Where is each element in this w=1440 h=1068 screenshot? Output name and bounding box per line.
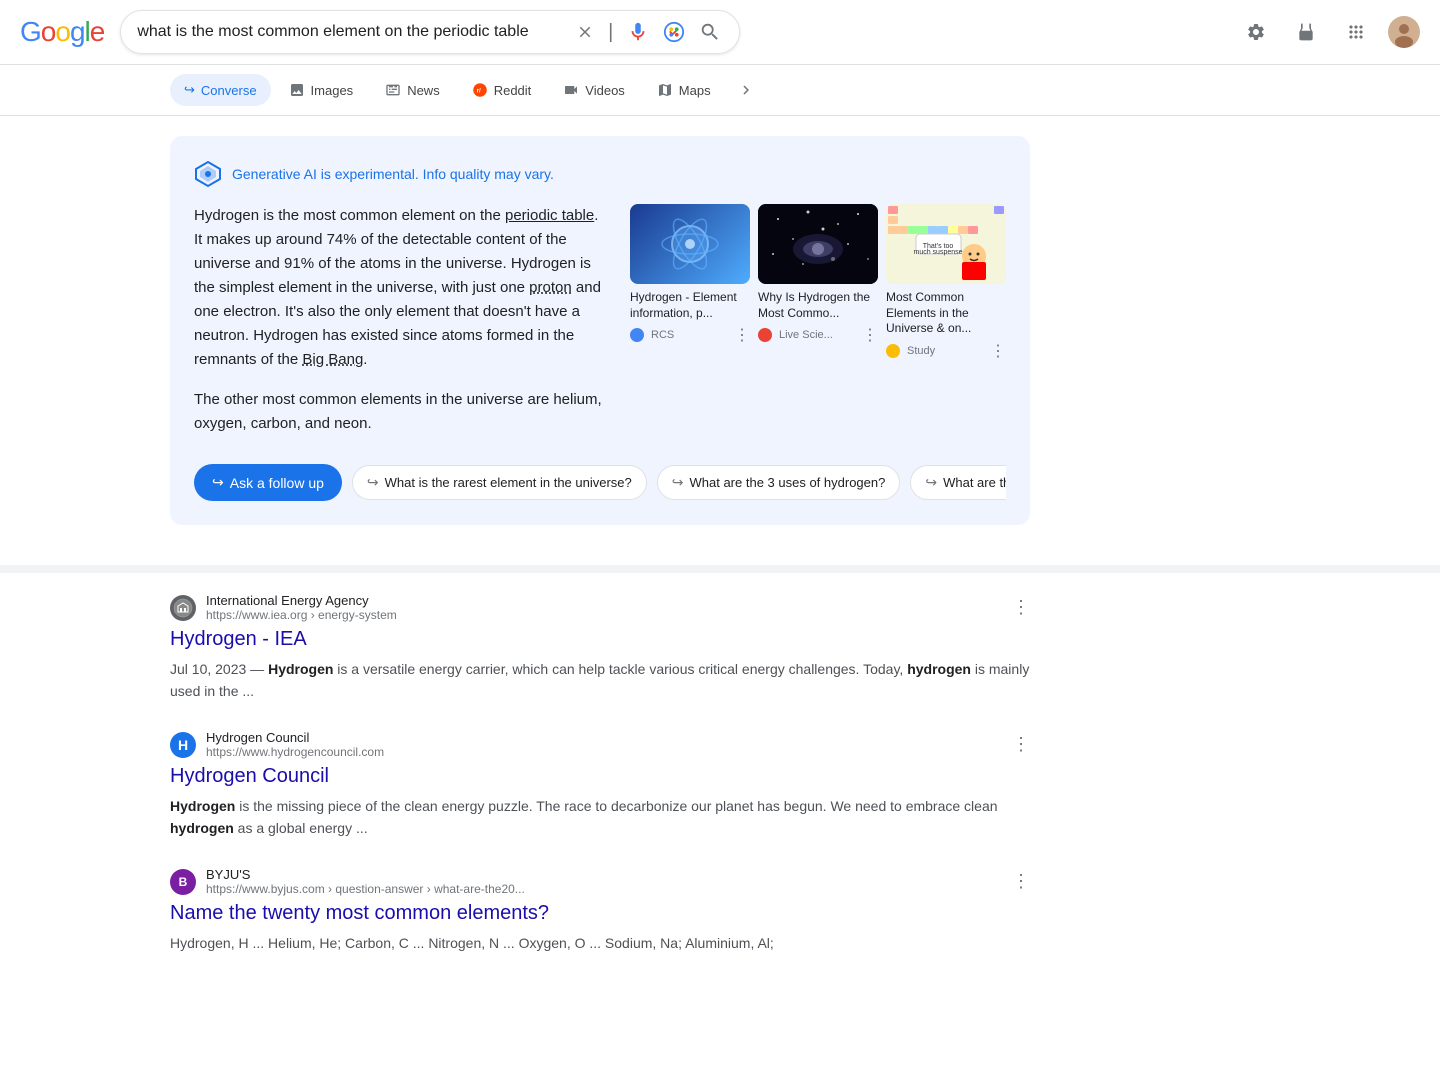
labs-button[interactable] — [1288, 14, 1324, 50]
ai-image-card-2[interactable]: Why Is Hydrogen the Most Commo... Live S… — [758, 204, 878, 452]
byju-source-name: BYJU'S — [206, 867, 1002, 882]
hc-favicon: H — [170, 732, 196, 758]
followup-chip-2[interactable]: ↪ What are the 3 uses of hydrogen? — [657, 465, 901, 500]
ai-image-thumb-2 — [758, 204, 878, 284]
ai-image-title-3: Most Common Elements in the Universe & o… — [886, 290, 1006, 337]
tab-converse[interactable]: ↪ Converse — [170, 74, 271, 106]
svg-text:r/: r/ — [476, 89, 480, 95]
ai-image-title-1: Hydrogen - Element information, p... — [630, 290, 750, 321]
tab-news[interactable]: News — [371, 74, 454, 106]
byju-more-options[interactable]: ⋮ — [1012, 871, 1030, 892]
header-right — [1238, 14, 1420, 50]
more-tabs-button[interactable] — [729, 73, 763, 107]
byju-favicon: B — [170, 869, 196, 895]
svg-text:much suspense: much suspense — [913, 249, 962, 256]
image-more-options-3[interactable]: ⋮ — [990, 341, 1006, 361]
ai-paragraph-2: The other most common elements in the un… — [194, 388, 610, 436]
byju-result-title[interactable]: Name the twenty most common elements? — [170, 900, 1030, 926]
ai-image-source-2: Live Scie... ⋮ — [758, 325, 878, 345]
search-bar-container: what is the most common element on the p… — [120, 10, 740, 54]
search-bar: what is the most common element on the p… — [120, 10, 740, 54]
hc-result-title[interactable]: Hydrogen Council — [170, 763, 1030, 789]
result-item-byju: B BYJU'S https://www.byjus.com › questio… — [170, 867, 1030, 954]
hc-result-snippet: Hydrogen is the missing piece of the cle… — [170, 795, 1030, 839]
maps-icon — [657, 82, 673, 98]
result-item-iea: International Energy Agency https://www.… — [170, 593, 1030, 702]
result-source-hc: H Hydrogen Council https://www.hydrogenc… — [170, 730, 1030, 759]
iea-source-url: https://www.iea.org › energy-system — [206, 608, 1002, 622]
ai-paragraph-1: Hydrogen is the most common element on t… — [194, 204, 610, 372]
ai-image-thumb-1 — [630, 204, 750, 284]
reddit-icon: r/ — [472, 82, 488, 98]
ai-answer-box: Generative AI is experimental. Info qual… — [170, 136, 1030, 525]
ai-image-thumb-3: That's too much suspense — [886, 204, 1006, 284]
ai-header: Generative AI is experimental. Info qual… — [194, 160, 1006, 188]
followup-arrow-icon: ↪ — [212, 474, 224, 491]
rcs-source-icon — [630, 328, 644, 342]
lens-button[interactable] — [661, 19, 687, 45]
videos-icon — [563, 82, 579, 98]
tab-maps[interactable]: Maps — [643, 74, 725, 106]
result-item-hc: H Hydrogen Council https://www.hydrogenc… — [170, 730, 1030, 839]
ai-image-title-2: Why Is Hydrogen the Most Commo... — [758, 290, 878, 321]
ai-images: Hydrogen - Element information, p... RCS… — [630, 204, 1006, 452]
search-divider: | — [608, 21, 613, 44]
settings-button[interactable] — [1238, 14, 1274, 50]
tabs-bar: ↪ Converse Images News r/ Reddit Videos … — [0, 65, 1440, 116]
google-logo[interactable]: Google — [20, 16, 104, 48]
search-results: International Energy Agency https://www.… — [0, 573, 1200, 1003]
byju-result-snippet: Hydrogen, H ... Helium, He; Carbon, C ..… — [170, 932, 1030, 954]
hc-more-options[interactable]: ⋮ — [1012, 734, 1030, 755]
ai-image-source-3: Study ⋮ — [886, 341, 1006, 361]
section-divider — [0, 565, 1440, 573]
ai-content: Hydrogen is the most common element on t… — [194, 204, 1006, 452]
result-source-iea: International Energy Agency https://www.… — [170, 593, 1030, 622]
chevron-right-icon — [737, 81, 755, 99]
tab-videos[interactable]: Videos — [549, 74, 639, 106]
iea-more-options[interactable]: ⋮ — [1012, 597, 1030, 618]
followup-chip-3[interactable]: ↪ What are the 3 m... — [910, 465, 1006, 500]
result-source-byju: B BYJU'S https://www.byjus.com › questio… — [170, 867, 1030, 896]
byju-source-info: BYJU'S https://www.byjus.com › question-… — [206, 867, 1002, 896]
ai-icon — [194, 160, 222, 188]
header: Google what is the most common element o… — [0, 0, 1440, 65]
images-icon — [289, 82, 305, 98]
byju-source-url: https://www.byjus.com › question-answer … — [206, 882, 1002, 896]
tab-images[interactable]: Images — [275, 74, 368, 106]
followup-bar: ↪ Ask a follow up ↪ What is the rarest e… — [194, 452, 1006, 501]
ai-label: Generative AI is experimental. Info qual… — [232, 166, 554, 182]
apps-button[interactable] — [1338, 14, 1374, 50]
tab-reddit[interactable]: r/ Reddit — [458, 74, 546, 106]
followup-chip-1[interactable]: ↪ What is the rarest element in the univ… — [352, 465, 647, 500]
iea-source-name: International Energy Agency — [206, 593, 1002, 608]
ai-image-card-1[interactable]: Hydrogen - Element information, p... RCS… — [630, 204, 750, 452]
image-more-options-2[interactable]: ⋮ — [862, 325, 878, 345]
ai-image-source-1: RCS ⋮ — [630, 325, 750, 345]
avatar[interactable] — [1388, 16, 1420, 48]
news-icon — [385, 82, 401, 98]
chip-arrow-icon-3: ↪ — [925, 474, 937, 491]
study-source-icon — [886, 344, 900, 358]
iea-result-title[interactable]: Hydrogen - IEA — [170, 626, 1030, 652]
ai-image-card-3[interactable]: That's too much suspense Most Common Ele… — [886, 204, 1006, 452]
iea-result-snippet: Jul 10, 2023 — Hydrogen is a versatile e… — [170, 658, 1030, 702]
search-submit-button[interactable] — [697, 19, 723, 45]
hc-source-url: https://www.hydrogencouncil.com — [206, 745, 1002, 759]
voice-search-button[interactable] — [625, 19, 651, 45]
converse-arrow-icon: ↪ — [184, 82, 195, 98]
hc-source-info: Hydrogen Council https://www.hydrogencou… — [206, 730, 1002, 759]
hc-source-name: Hydrogen Council — [206, 730, 1002, 745]
clear-button[interactable] — [574, 21, 596, 43]
ai-text: Hydrogen is the most common element on t… — [194, 204, 610, 452]
search-icons: | — [574, 19, 723, 45]
chip-arrow-icon-1: ↪ — [367, 474, 379, 491]
iea-favicon — [170, 595, 196, 621]
image-more-options-1[interactable]: ⋮ — [734, 325, 750, 345]
main-content: Generative AI is experimental. Info qual… — [0, 116, 1200, 565]
chip-arrow-icon-2: ↪ — [672, 474, 684, 491]
ask-followup-button[interactable]: ↪ Ask a follow up — [194, 464, 342, 501]
live-source-icon — [758, 328, 772, 342]
search-input[interactable]: what is the most common element on the p… — [137, 23, 564, 41]
iea-source-info: International Energy Agency https://www.… — [206, 593, 1002, 622]
